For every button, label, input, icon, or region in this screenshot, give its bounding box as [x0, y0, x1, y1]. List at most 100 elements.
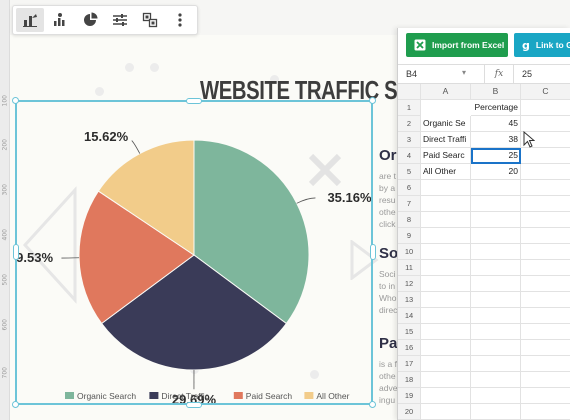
- resize-handle-left[interactable]: [13, 244, 19, 260]
- empty-cell[interactable]: [471, 196, 521, 212]
- adjust-button[interactable]: [106, 8, 134, 32]
- selection-frame[interactable]: [15, 100, 373, 405]
- column-header-a[interactable]: A: [421, 84, 471, 100]
- row-header[interactable]: 1: [398, 100, 421, 116]
- empty-cell[interactable]: [521, 388, 570, 404]
- resize-handle-top-left[interactable]: [12, 97, 19, 104]
- chevron-down-icon[interactable]: ▾: [462, 68, 466, 77]
- empty-cell[interactable]: [521, 228, 570, 244]
- section-heading-social[interactable]: So: [379, 245, 398, 262]
- empty-cell[interactable]: [421, 196, 471, 212]
- cell-b1[interactable]: Percentage: [471, 100, 521, 116]
- empty-cell[interactable]: [471, 356, 521, 372]
- empty-cell[interactable]: [471, 340, 521, 356]
- row-header[interactable]: 10: [398, 244, 421, 260]
- empty-cell[interactable]: [471, 404, 521, 420]
- empty-cell[interactable]: [421, 356, 471, 372]
- empty-cell[interactable]: [521, 292, 570, 308]
- empty-cell[interactable]: [521, 244, 570, 260]
- empty-cell[interactable]: [471, 244, 521, 260]
- cell-a2[interactable]: Organic Se: [421, 116, 471, 132]
- resize-handle-bottom-left[interactable]: [12, 401, 19, 408]
- empty-cell[interactable]: [421, 212, 471, 228]
- cell-b2[interactable]: 45: [471, 116, 521, 132]
- row-header[interactable]: 2: [398, 116, 421, 132]
- empty-cell[interactable]: [521, 260, 570, 276]
- formula-input[interactable]: 25: [522, 69, 532, 79]
- import-excel-button[interactable]: Import from Excel: [406, 33, 508, 57]
- empty-cell[interactable]: [521, 308, 570, 324]
- empty-cell[interactable]: [421, 324, 471, 340]
- row-header[interactable]: 3: [398, 132, 421, 148]
- empty-cell[interactable]: [521, 356, 570, 372]
- row-header[interactable]: 16: [398, 340, 421, 356]
- chart-type-button[interactable]: [16, 8, 44, 32]
- cell-a4[interactable]: Paid Searc: [421, 148, 471, 164]
- empty-cell[interactable]: [521, 100, 570, 116]
- spreadsheet-grid[interactable]: A B C Percentage Organic Se 45 Direct Tr…: [398, 84, 570, 420]
- empty-cell[interactable]: [521, 196, 570, 212]
- empty-cell[interactable]: [421, 292, 471, 308]
- cell-b3[interactable]: 38: [471, 132, 521, 148]
- empty-cell[interactable]: [421, 388, 471, 404]
- empty-cell[interactable]: [421, 340, 471, 356]
- cell-reference[interactable]: B4: [406, 69, 417, 79]
- empty-cell[interactable]: [421, 180, 471, 196]
- cell-b5[interactable]: 20: [471, 164, 521, 180]
- empty-cell[interactable]: [471, 212, 521, 228]
- empty-cell[interactable]: [521, 116, 570, 132]
- corner-cell[interactable]: [398, 84, 421, 100]
- resize-handle-top[interactable]: [186, 98, 202, 104]
- empty-cell[interactable]: [471, 276, 521, 292]
- row-header[interactable]: 19: [398, 388, 421, 404]
- chart-settings-button[interactable]: [46, 8, 74, 32]
- empty-cell[interactable]: [471, 228, 521, 244]
- empty-cell[interactable]: [421, 404, 471, 420]
- cell-a5[interactable]: All Other: [421, 164, 471, 180]
- empty-cell[interactable]: [521, 148, 570, 164]
- empty-cell[interactable]: [421, 276, 471, 292]
- section-heading-paid[interactable]: Pa: [379, 335, 397, 352]
- row-header[interactable]: 13: [398, 292, 421, 308]
- row-header[interactable]: 14: [398, 308, 421, 324]
- empty-cell[interactable]: [471, 308, 521, 324]
- row-header[interactable]: 7: [398, 196, 421, 212]
- row-header[interactable]: 5: [398, 164, 421, 180]
- resize-handle-bottom[interactable]: [186, 402, 202, 408]
- empty-cell[interactable]: [471, 180, 521, 196]
- empty-cell[interactable]: [421, 372, 471, 388]
- row-header[interactable]: 11: [398, 260, 421, 276]
- empty-cell[interactable]: [421, 244, 471, 260]
- row-header[interactable]: 17: [398, 356, 421, 372]
- empty-cell[interactable]: [471, 388, 521, 404]
- empty-cell[interactable]: [421, 260, 471, 276]
- empty-cell[interactable]: [521, 180, 570, 196]
- row-header[interactable]: 8: [398, 212, 421, 228]
- row-header[interactable]: 6: [398, 180, 421, 196]
- empty-cell[interactable]: [521, 212, 570, 228]
- row-header[interactable]: 15: [398, 324, 421, 340]
- empty-cell[interactable]: [471, 324, 521, 340]
- row-header[interactable]: 9: [398, 228, 421, 244]
- empty-cell[interactable]: [471, 292, 521, 308]
- link-google-sheets-button[interactable]: g Link to G: [514, 33, 570, 57]
- resize-handle-bottom-right[interactable]: [369, 401, 376, 408]
- empty-cell[interactable]: [471, 372, 521, 388]
- section-heading-organic[interactable]: Or: [379, 147, 397, 164]
- cell-a3[interactable]: Direct Traffi: [421, 132, 471, 148]
- empty-cell[interactable]: [521, 164, 570, 180]
- cell-b4-selected[interactable]: 25: [471, 148, 521, 164]
- empty-cell[interactable]: [421, 308, 471, 324]
- empty-cell[interactable]: [421, 228, 471, 244]
- pie-style-button[interactable]: [76, 8, 104, 32]
- data-table-button[interactable]: [136, 8, 164, 32]
- resize-handle-right[interactable]: [370, 244, 376, 260]
- empty-cell[interactable]: [521, 404, 570, 420]
- column-header-c[interactable]: C: [521, 84, 570, 100]
- row-header[interactable]: 4: [398, 148, 421, 164]
- function-icon[interactable]: fx: [484, 65, 514, 83]
- empty-cell[interactable]: [521, 324, 570, 340]
- empty-cell[interactable]: [521, 372, 570, 388]
- empty-cell[interactable]: [521, 340, 570, 356]
- row-header[interactable]: 20: [398, 404, 421, 420]
